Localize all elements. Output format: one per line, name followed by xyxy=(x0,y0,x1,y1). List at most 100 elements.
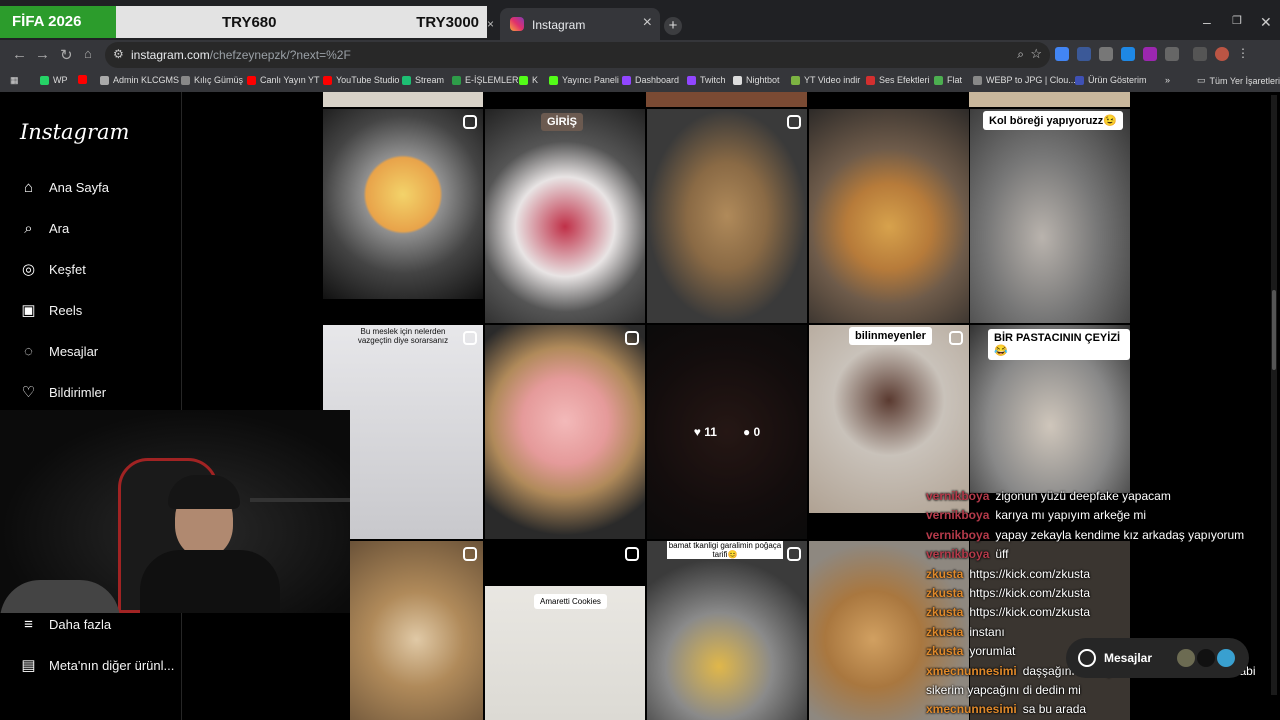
instagram-logo[interactable]: Instagram xyxy=(20,120,129,144)
post-tile-rose-cake[interactable] xyxy=(485,325,645,539)
new-tab-button[interactable]: + xyxy=(664,17,682,35)
bookmark-star-icon[interactable]: ☆ xyxy=(1030,46,1042,62)
bookmark-favicon-icon xyxy=(181,75,190,85)
extension-icon-2[interactable] xyxy=(1143,47,1157,61)
nav-home[interactable]: ⌂ Ana Sayfa xyxy=(20,179,109,196)
bookmark-item[interactable]: Kılıç Gümüş xyxy=(181,75,243,85)
minimize-icon[interactable]: – xyxy=(1203,14,1211,30)
bookmark-item[interactable]: WP xyxy=(40,75,68,85)
messages-pill[interactable]: Mesajlar xyxy=(1066,638,1249,678)
bookmark-label: Canlı Yayın YT xyxy=(260,75,320,85)
bookmark-item[interactable]: Ses Efektleri xyxy=(866,75,930,85)
reel-icon xyxy=(625,331,639,345)
folder-icon: ▭ xyxy=(1197,75,1206,85)
nav-explore[interactable]: ◎ Keşfet xyxy=(20,261,86,278)
site-info-icon[interactable]: ⚙ xyxy=(113,47,124,61)
reload-icon[interactable]: ↻ xyxy=(60,46,73,64)
bookmark-item[interactable]: Canlı Yayın YT xyxy=(247,75,320,85)
messenger-icon: ◌ xyxy=(24,343,33,360)
bookmark-item[interactable]: Ürün Gösterim xyxy=(1075,75,1147,85)
bookmark-item[interactable]: YT Video indir xyxy=(791,75,860,85)
chat-username: zkusta xyxy=(926,586,964,601)
bookmark-label: K xyxy=(532,75,539,85)
maximize-icon[interactable]: ❐ xyxy=(1232,14,1242,27)
bookmark-item[interactable]: Twitch xyxy=(687,75,726,85)
bookmark-favicon-icon xyxy=(452,75,461,85)
heart-icon: ♡ xyxy=(21,384,36,401)
bookmark-label: WEBP to JPG | Clou... xyxy=(986,75,1076,85)
back-icon[interactable]: ← xyxy=(12,46,27,63)
post-tile-dessert-glass[interactable]: bilinmeyenler xyxy=(809,325,969,513)
close-tab-icon[interactable]: × xyxy=(643,14,652,32)
nav-more[interactable]: ≡ Daha fazla xyxy=(20,616,111,633)
nav-reels[interactable]: ▣ Reels xyxy=(20,302,82,319)
nav-label: Keşfet xyxy=(49,262,86,277)
bookmark-item[interactable]: E-İŞLEMLER xyxy=(452,75,519,85)
post-tile-red-dome-cake[interactable]: GİRİŞ xyxy=(485,109,645,323)
tab-instagram[interactable]: Instagram × xyxy=(500,8,660,40)
more-bookmarks-button[interactable]: » xyxy=(1165,75,1170,85)
bookmark-item[interactable]: Flat xyxy=(934,75,962,85)
reel-icon xyxy=(463,547,477,561)
bookmark-item[interactable]: Admin KLCGMS xyxy=(100,75,179,85)
puzzle-icon[interactable] xyxy=(1165,47,1179,61)
tab-close-icon[interactable]: × xyxy=(487,17,494,31)
page-scrollbar[interactable] xyxy=(1271,95,1277,695)
post-tile-bread-rolls[interactable] xyxy=(350,541,483,720)
download-extension-icon[interactable] xyxy=(1121,47,1135,61)
extension-icon[interactable] xyxy=(1077,47,1091,61)
post-tile-kol-boregi[interactable]: Kol böreği yapıyoruzz😉 xyxy=(970,109,1130,323)
menu-kebab-icon[interactable]: ⋮ xyxy=(1237,47,1251,61)
profile-avatar[interactable] xyxy=(1215,47,1229,61)
chat-message: zkusta https://kick.com/zkusta xyxy=(926,584,1276,603)
bookmark-label: Ses Efektleri xyxy=(879,75,930,85)
url-input[interactable]: ⚙ instagram.com/chefzeynepzk/?next=%2F ⌕… xyxy=(105,42,1050,68)
window-close-icon[interactable]: ✕ xyxy=(1260,14,1272,31)
all-bookmarks-button[interactable]: ▭ Tüm Yer İşaretleri xyxy=(1197,75,1280,86)
nav-meta[interactable]: ▤ Meta'nın diğer ürünl... xyxy=(20,657,174,674)
bookmark-item[interactable]: Dashboard xyxy=(622,75,679,85)
zoom-icon[interactable]: ⌕ xyxy=(1017,47,1024,62)
nav-notifications[interactable]: ♡ Bildirimler xyxy=(20,384,106,401)
chat-message: vernikboya yapay zekayla kendime kız arka… xyxy=(926,526,1276,545)
post-tile[interactable] xyxy=(323,92,483,107)
bookmark-item[interactable]: Yayıncı Paneli xyxy=(549,75,619,85)
camera-extension-icon[interactable] xyxy=(1099,47,1113,61)
home-button-icon[interactable]: ⌂ xyxy=(84,46,92,61)
post-tile-amaretti[interactable]: Amaretti Cookies xyxy=(485,541,645,720)
chat-message: zkusta https://kick.com/zkusta xyxy=(926,565,1276,584)
chat-message: vernikboya karıya mı yapıyım arkeğe mi xyxy=(926,506,1276,525)
translate-extension-icon[interactable] xyxy=(1055,47,1069,61)
bookmark-label: Stream xyxy=(415,75,445,85)
chat-username: vernikboya xyxy=(926,489,990,503)
nav-messages[interactable]: ◌ Mesajlar xyxy=(20,343,98,360)
apps-grid-icon[interactable]: ▦ xyxy=(10,75,19,86)
post-tile-flower-cake[interactable] xyxy=(323,109,483,299)
forward-icon[interactable]: → xyxy=(35,46,50,63)
mic-arm xyxy=(250,498,350,502)
post-tile-bread-loaf[interactable] xyxy=(647,109,807,323)
post-tile[interactable] xyxy=(969,92,1130,107)
post-tile-chocolate-cookies[interactable]: ♥ 11 ● 0 xyxy=(647,325,807,539)
caption: BİR PASTACININ ÇEYİZİ😂 xyxy=(988,329,1130,360)
reel-icon xyxy=(787,115,801,129)
bookmark-label: E-İŞLEMLER xyxy=(465,75,519,85)
comments-stat: ● 0 xyxy=(742,425,761,439)
post-tile[interactable] xyxy=(646,92,807,107)
chat-text: zigonun yüzü deepfake yapacam xyxy=(995,489,1171,503)
bookmark-item[interactable]: Nightbot xyxy=(733,75,780,85)
bookmark-item[interactable]: Stream xyxy=(402,75,444,85)
bookmark-item[interactable] xyxy=(78,75,91,84)
bookmark-favicon-icon xyxy=(934,75,943,85)
avatar xyxy=(1177,649,1195,667)
bookmark-item[interactable]: YouTube Studio xyxy=(323,75,399,85)
nav-search[interactable]: ⌕ Ara xyxy=(20,220,69,237)
post-tile-pogaca[interactable]: bamat tkanligi garalimin poğaça tarifi😊 xyxy=(647,541,807,720)
post-tile-pastries[interactable] xyxy=(809,109,969,323)
chat-username: xmecnunnesimi xyxy=(926,702,1017,717)
media-icon[interactable] xyxy=(1193,47,1207,61)
post-tile-pastry-tools[interactable]: BİR PASTACININ ÇEYİZİ😂 xyxy=(970,325,1130,493)
scrollbar-thumb[interactable] xyxy=(1272,290,1276,370)
bookmark-item[interactable]: WEBP to JPG | Clou... xyxy=(973,75,1076,85)
bookmark-item[interactable]: K xyxy=(519,75,538,85)
